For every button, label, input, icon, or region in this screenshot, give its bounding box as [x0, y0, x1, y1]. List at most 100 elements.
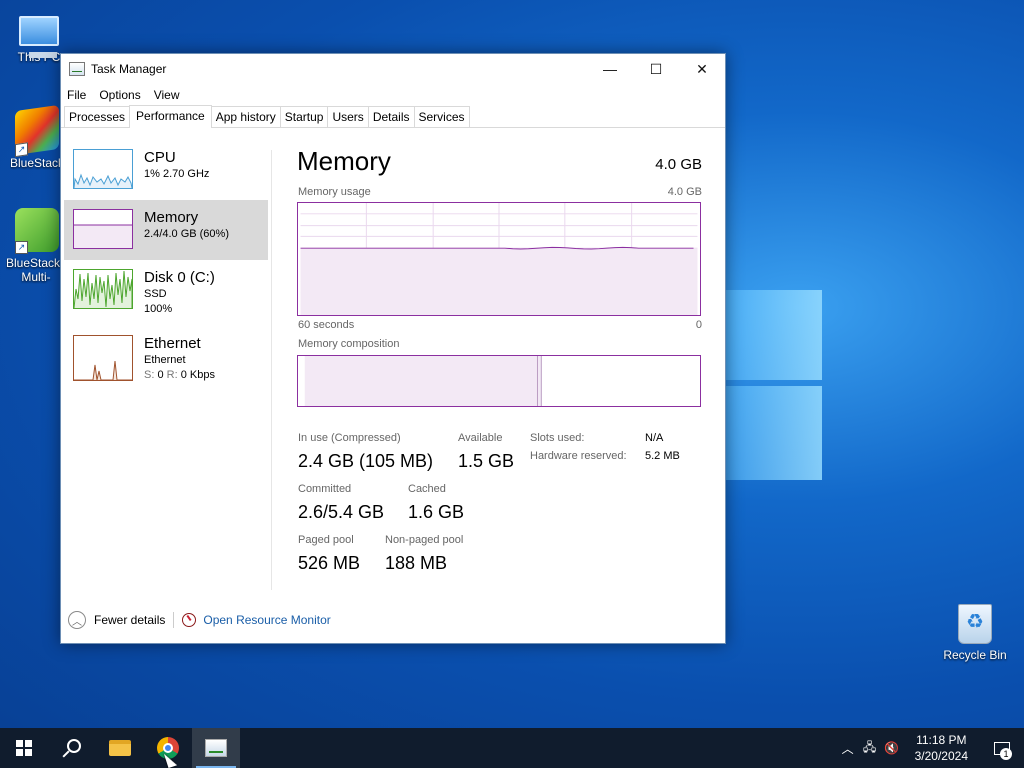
hw-reserved-value: 5.2 MB — [645, 450, 680, 462]
folder-icon — [109, 740, 131, 756]
performance-sidebar: CPU 1% 2.70 GHz Memory 2.4/4.0 GB (60%) … — [64, 140, 271, 570]
non-paged-pool-label: Non-paged pool — [385, 534, 464, 546]
time-axis-left: 60 seconds — [298, 319, 355, 331]
minimize-button[interactable]: — — [587, 54, 633, 84]
system-tray: ︿ 🖧 🔇 11:18 PM 3/20/2024 1 — [837, 728, 1024, 768]
tab-services[interactable]: Services — [413, 106, 470, 127]
memory-usage-label: Memory usage — [298, 186, 371, 198]
send-label: S: — [144, 369, 155, 381]
memory-usage-max: 4.0 GB — [667, 186, 702, 198]
sidebar-item-detail-2: 100% — [144, 303, 173, 315]
shortcut-arrow-icon: ↗ — [15, 241, 28, 254]
sidebar-item-memory[interactable]: Memory 2.4/4.0 GB (60%) — [64, 200, 268, 260]
receive-label: R: — [166, 369, 178, 381]
sidebar-item-ethernet[interactable]: Ethernet Ethernet S: 0 R: 0 Kbps — [64, 326, 268, 386]
time-axis-right: 0 — [695, 319, 702, 331]
title-bar[interactable]: Task Manager — ☐ ✕ — [61, 54, 725, 84]
shortcut-arrow-icon: ↗ — [15, 142, 28, 158]
search-button[interactable] — [48, 728, 96, 768]
available-label: Available — [458, 432, 503, 444]
slots-value: N/A — [645, 432, 664, 444]
receive-value: 0 Kbps — [177, 369, 215, 381]
chevron-up-icon[interactable]: ︿ — [68, 611, 86, 629]
memory-usage-graph — [297, 202, 701, 316]
menu-file[interactable]: File — [67, 88, 86, 102]
tab-app-history[interactable]: App history — [210, 106, 281, 127]
window-footer: ︿ Fewer details Open Resource Monitor — [68, 610, 331, 630]
task-manager-icon — [205, 739, 227, 757]
taskbar-clock[interactable]: 11:18 PM 3/20/2024 — [903, 732, 980, 764]
windows-logo-icon — [16, 740, 32, 756]
paged-pool-value: 526 MB — [298, 553, 361, 573]
fewer-details-link[interactable]: Fewer details — [94, 613, 165, 627]
recycle-bin-icon — [958, 604, 992, 644]
cached-value: 1.6 GB — [408, 502, 465, 522]
bluestacks-multi-icon: ↗ — [15, 208, 59, 254]
hw-reserved-label: Hardware reserved: — [530, 450, 627, 462]
page-title: Memory — [297, 146, 391, 176]
cached-label: Cached — [408, 483, 446, 495]
action-center-button[interactable]: 1 — [980, 728, 1024, 768]
start-button[interactable] — [0, 728, 48, 768]
taskbar-task-manager[interactable] — [192, 728, 240, 768]
composition-in-use — [304, 356, 542, 406]
in-use-label: In use (Compressed) — [298, 432, 401, 444]
sidebar-item-name: CPU — [144, 149, 176, 166]
taskbar: ︿ 🖧 🔇 11:18 PM 3/20/2024 1 — [0, 728, 1024, 768]
tab-users[interactable]: Users — [327, 106, 369, 127]
memory-total: 4.0 GB — [655, 156, 702, 173]
wallpaper-windows-logo — [726, 290, 822, 480]
slots-label: Slots used: — [530, 432, 585, 444]
memory-thumbnail-graph — [73, 209, 133, 249]
sidebar-item-name: Disk 0 (C:) — [144, 269, 215, 286]
tab-startup[interactable]: Startup — [279, 106, 329, 127]
chevron-up-icon[interactable]: ︿ — [837, 740, 859, 757]
disk-thumbnail-graph — [73, 269, 133, 309]
send-value: 0 — [154, 369, 167, 381]
computer-icon — [19, 16, 59, 58]
sidebar-item-name: Ethernet — [144, 335, 201, 352]
available-value: 1.5 GB — [458, 451, 515, 471]
menu-options[interactable]: Options — [99, 88, 140, 102]
tab-performance[interactable]: Performance — [129, 105, 212, 128]
non-paged-pool-value: 188 MB — [385, 553, 448, 573]
sidebar-item-detail: 1% 2.70 GHz — [144, 168, 210, 180]
sidebar-item-disk[interactable]: Disk 0 (C:) SSD 100% — [64, 260, 268, 320]
footer-separator — [173, 612, 175, 628]
open-resource-monitor-link[interactable]: Open Resource Monitor — [203, 613, 330, 627]
bluestacks-icon: ↗ — [15, 104, 59, 158]
sidebar-item-detail: 2.4/4.0 GB (60%) — [144, 228, 229, 240]
menu-view[interactable]: View — [154, 88, 180, 102]
tab-details[interactable]: Details — [367, 106, 415, 127]
window-title: Task Manager — [91, 62, 167, 76]
task-manager-icon — [69, 62, 85, 76]
desktop-icon-label: BlueStacks Multi-Instance — [6, 256, 66, 284]
desktop-icon-label: Recycle Bin — [943, 648, 1007, 662]
ethernet-thumbnail-graph — [73, 335, 133, 381]
desktop-icon-recycle-bin[interactable]: Recycle Bin — [940, 604, 1010, 662]
menu-bar: File Options View — [61, 84, 725, 106]
committed-value: 2.6/5.4 GB — [298, 502, 385, 522]
search-icon — [67, 739, 81, 753]
cpu-thumbnail-graph — [73, 149, 133, 189]
clock-time: 11:18 PM — [916, 733, 967, 747]
volume-muted-icon[interactable]: 🔇 — [881, 741, 903, 755]
tab-processes[interactable]: Processes — [64, 106, 131, 127]
paged-pool-label: Paged pool — [298, 534, 354, 546]
close-button[interactable]: ✕ — [679, 54, 725, 84]
memory-composition-bar — [297, 355, 701, 407]
clock-date: 3/20/2024 — [914, 749, 968, 763]
committed-label: Committed — [298, 483, 352, 495]
network-icon[interactable]: 🖧 — [859, 738, 881, 759]
resource-monitor-icon — [182, 613, 197, 627]
sidebar-item-detail: Ethernet — [144, 354, 186, 366]
tab-strip: Processes Performance App history Startu… — [61, 105, 725, 128]
maximize-button[interactable]: ☐ — [633, 54, 679, 84]
sidebar-item-cpu[interactable]: CPU 1% 2.70 GHz — [64, 140, 268, 200]
sidebar-item-name: Memory — [144, 209, 199, 226]
sidebar-item-detail-2: S: 0 R: 0 Kbps — [144, 368, 215, 383]
in-use-value: 2.4 GB (105 MB) — [298, 451, 434, 471]
sidebar-divider — [271, 150, 272, 590]
notification-badge: 1 — [1000, 748, 1012, 760]
taskbar-file-explorer[interactable] — [96, 728, 144, 768]
